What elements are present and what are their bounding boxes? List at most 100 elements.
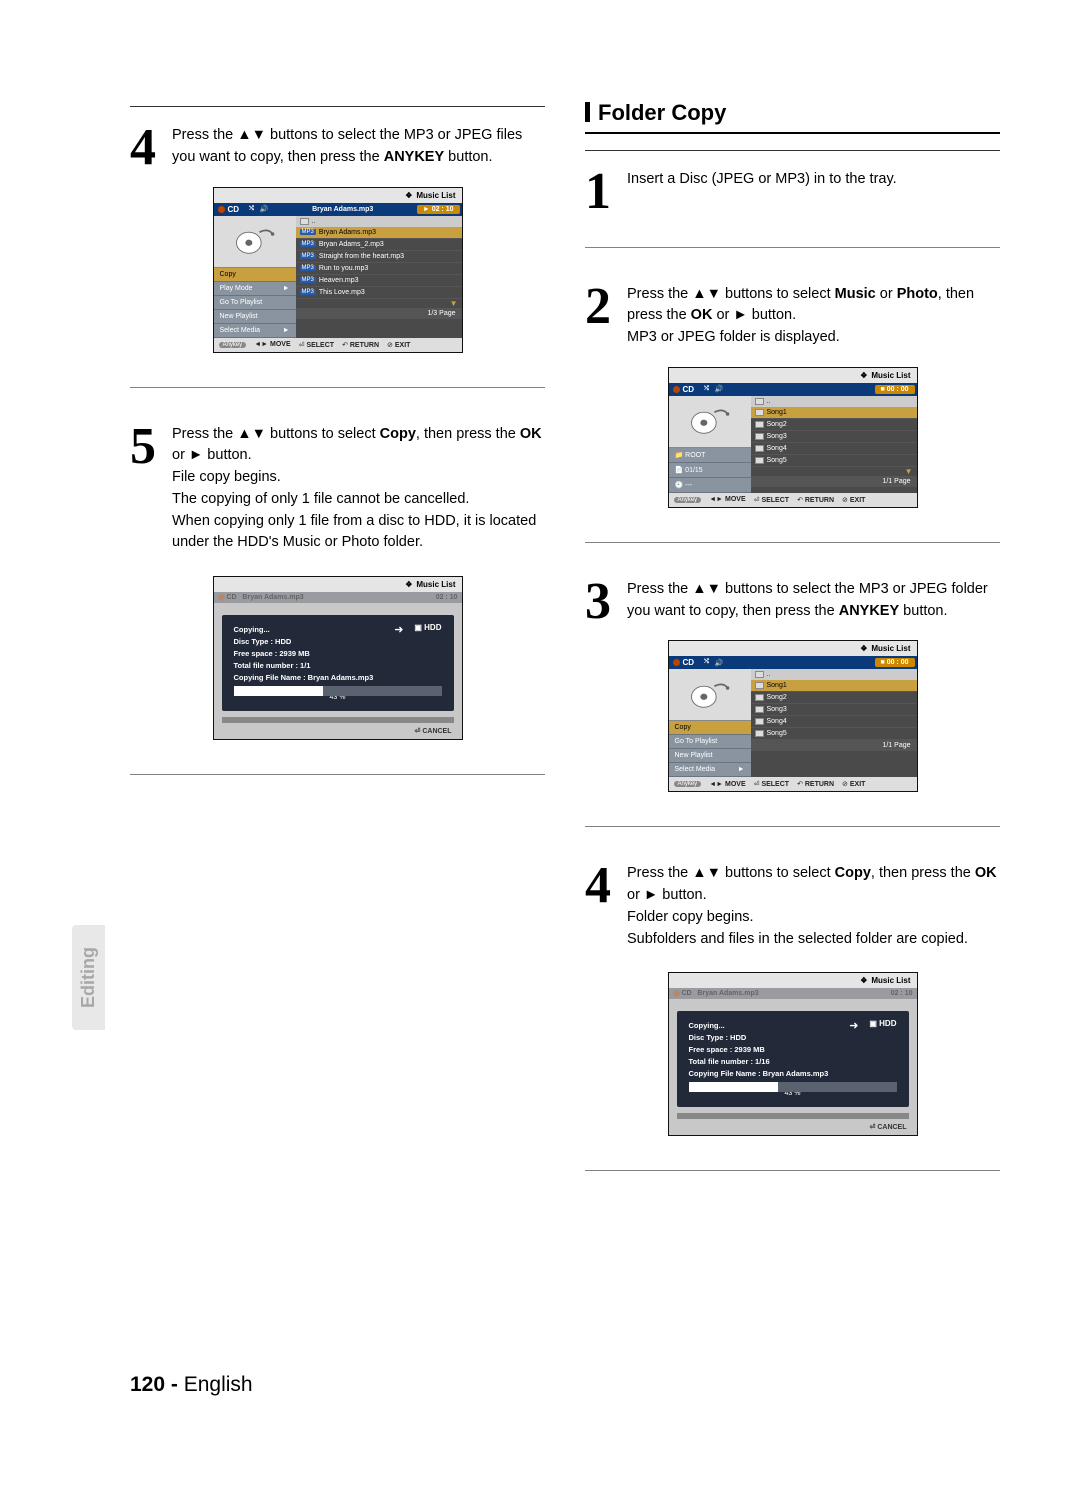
- t: button.: [444, 149, 492, 165]
- step-number: 4: [130, 123, 164, 169]
- time: 02 : 10: [432, 206, 454, 213]
- t: or: [876, 286, 897, 302]
- folder-icon: [755, 671, 764, 678]
- folder-icon: [755, 433, 764, 440]
- disc-icon: [218, 594, 225, 601]
- t: buttons to select: [721, 286, 835, 302]
- photo-label: Photo: [897, 286, 938, 302]
- step-number: 4: [585, 861, 619, 950]
- cd-label: CD: [228, 205, 240, 214]
- ui-copy-dialog-folder: ❖Music List CD Bryan Adams.mp302 : 10 Co…: [668, 972, 918, 1136]
- ui-music-list-root: ❖Music List CD ⤭ 🔊 ■ 00 : 00 📁 ROOT 📄 01…: [668, 367, 918, 508]
- pager: 1/1 Page: [751, 740, 917, 751]
- folder-up[interactable]: ..: [751, 669, 917, 680]
- menu-gotoplaylist[interactable]: Go To Playlist: [214, 296, 296, 310]
- folder-row-item[interactable]: Song2: [751, 692, 917, 704]
- page-number: 120 -: [130, 1373, 178, 1396]
- nav-return: RETURN: [350, 342, 379, 349]
- disc-icon: [673, 659, 680, 666]
- nav-return: RETURN: [805, 497, 834, 504]
- diamond-icon: ❖: [405, 580, 412, 589]
- t: button.: [748, 307, 796, 323]
- menu-newplaylist[interactable]: New Playlist: [669, 749, 751, 763]
- file-row[interactable]: MP3Bryan Adams.mp3: [296, 227, 462, 239]
- speaker-icon: 🔊: [260, 205, 269, 213]
- step-number: 5: [130, 422, 164, 555]
- anykey-pill: Anykey: [674, 781, 702, 787]
- scroll-down-icon[interactable]: ▼: [296, 299, 462, 308]
- menu-gotoplaylist[interactable]: Go To Playlist: [669, 735, 751, 749]
- menu-copy[interactable]: Copy: [669, 721, 751, 735]
- shuffle-icon: ⤭: [698, 386, 715, 393]
- t: Insert a Disc (JPEG or MP3) in to the tr…: [627, 167, 897, 213]
- folder-row-item[interactable]: Song1: [751, 407, 917, 419]
- folder-row-item[interactable]: Song4: [751, 716, 917, 728]
- t: File copy begins.: [172, 469, 281, 485]
- folder-row-item[interactable]: Song5: [751, 455, 917, 467]
- folder-icon: [755, 682, 764, 689]
- menu-selectmedia[interactable]: Select Media►: [669, 763, 751, 777]
- menu-newplaylist[interactable]: New Playlist: [214, 310, 296, 324]
- folder-row-item[interactable]: Song1: [751, 680, 917, 692]
- folder-row-item[interactable]: Song4: [751, 443, 917, 455]
- t: or: [172, 447, 189, 463]
- copy-label: Copy: [835, 865, 871, 881]
- file-row[interactable]: MP3Run to you.mp3: [296, 263, 462, 275]
- t: When copying only 1 file from a disc to …: [172, 513, 536, 551]
- menu-playmode[interactable]: Play Mode►: [214, 282, 296, 296]
- copy-info: Copying File Name : Bryan Adams.mp3: [234, 673, 442, 682]
- folder-row-item[interactable]: Song3: [751, 431, 917, 443]
- diamond-icon: ❖: [405, 191, 412, 200]
- t: Folder copy begins.: [627, 909, 754, 925]
- now-playing: Bryan Adams.mp3: [269, 206, 417, 213]
- file-row[interactable]: MP3This Love.mp3: [296, 287, 462, 299]
- ui-copy-dialog-file: ❖ Music List CD Bryan Adams.mp3 02 : 10 Co…: [213, 576, 463, 740]
- mp3-badge: MP3: [300, 265, 316, 271]
- menu-selectmedia[interactable]: Select Media►: [214, 324, 296, 338]
- right-column: Folder Copy 1 Insert a Disc (JPEG or MP3…: [585, 100, 1000, 1427]
- ui-title: Music List: [871, 371, 910, 380]
- step-number: 3: [585, 577, 619, 623]
- file-row[interactable]: MP3Straight from the heart.mp3: [296, 251, 462, 263]
- t: Press the: [627, 581, 692, 597]
- t: buttons to select: [721, 865, 835, 881]
- arrow-right-icon: ►: [283, 327, 290, 334]
- t: or: [712, 307, 733, 323]
- ui-music-list-folder-menu: ❖Music List CD ⤭ 🔊 ■ 00 : 00 Copy Go To …: [668, 640, 918, 792]
- file-row[interactable]: MP3Bryan Adams_2.mp3: [296, 239, 462, 251]
- ok-label: OK: [691, 307, 713, 323]
- scroll-down-icon[interactable]: ▼: [751, 467, 917, 476]
- cd-label: CD: [683, 658, 695, 667]
- disc-art: [214, 216, 296, 268]
- ui-title: Music List: [871, 976, 910, 985]
- cancel-label[interactable]: CANCEL: [422, 728, 451, 735]
- navbar: Anykey ◄► MOVE ⏎ SELECT ↶ RETURN ⊘ EXIT: [669, 777, 917, 791]
- cancel-label[interactable]: CANCEL: [877, 1124, 906, 1131]
- disc-icon: [218, 206, 225, 213]
- arrow-right-icon: ►: [738, 766, 745, 773]
- folder-icon: [755, 457, 764, 464]
- folder-row-item[interactable]: Song5: [751, 728, 917, 740]
- music-label: Music: [835, 286, 876, 302]
- folder-icon: [755, 409, 764, 416]
- shuffle-icon: ⤭: [698, 659, 715, 666]
- t: buttons to select: [266, 426, 380, 442]
- now-playing: Bryan Adams.mp3: [242, 594, 303, 601]
- step-2: 2 Press the ▲▼ buttons to select Music o…: [585, 282, 1000, 349]
- root-label: 📁 ROOT: [669, 448, 751, 463]
- time: 02 : 10: [436, 594, 458, 601]
- disc-icon: [673, 990, 680, 997]
- folder-row-item[interactable]: Song3: [751, 704, 917, 716]
- disc-art: [669, 669, 751, 721]
- file-row[interactable]: MP3Heaven.mp3: [296, 275, 462, 287]
- folder-up[interactable]: ..: [751, 396, 917, 407]
- t: button.: [203, 447, 251, 463]
- folder-up[interactable]: ..: [296, 216, 462, 227]
- t: , then press the: [871, 865, 975, 881]
- cd-label: CD: [226, 594, 236, 601]
- menu-copy[interactable]: Copy: [214, 268, 296, 282]
- folder-row-item[interactable]: Song2: [751, 419, 917, 431]
- shuffle-icon: ⤭: [243, 206, 260, 213]
- t: , then press the: [416, 426, 520, 442]
- ui-title: Music List: [416, 580, 455, 589]
